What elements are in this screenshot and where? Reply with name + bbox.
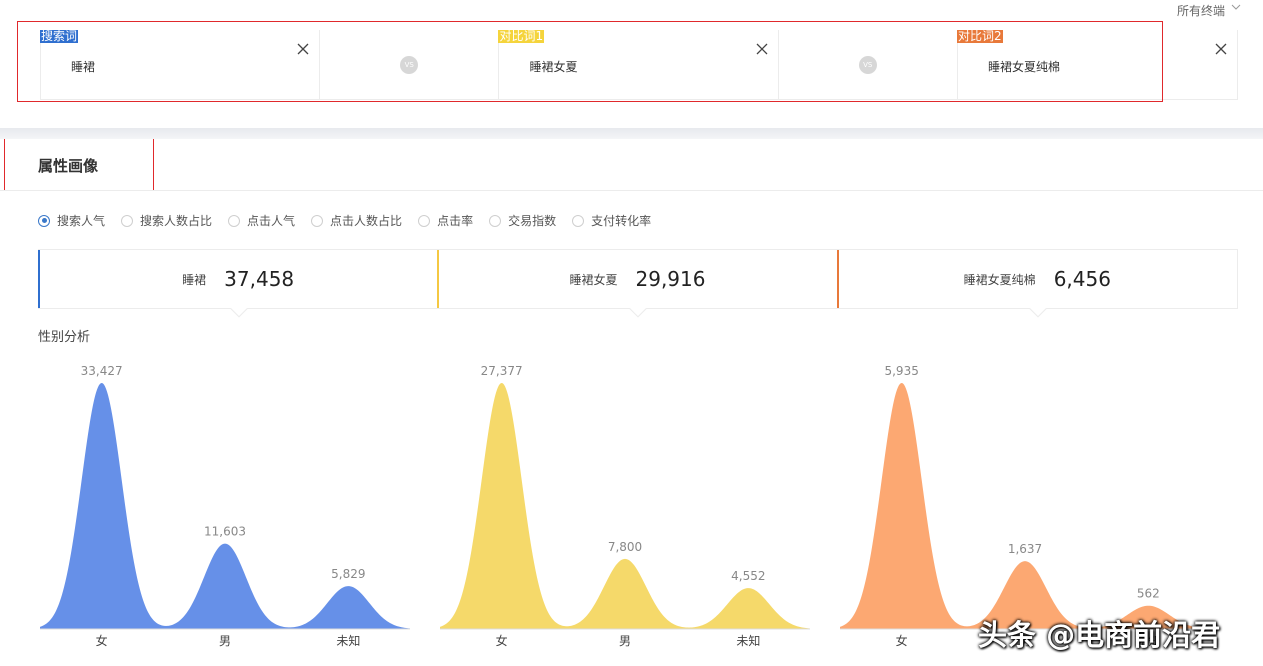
compare-term-1-slot[interactable]: 对比词1 睡裙女夏 [498,29,779,99]
gender-area-series [40,383,410,629]
x-tick-label: 男 [219,634,231,648]
data-label: 5,829 [331,567,365,581]
summary-card-compare-2[interactable]: 睡裙女夏纯棉 6,456 [836,250,1237,318]
data-label: 562 [1137,587,1160,601]
watermark: 头条 @电商前沿君 [978,618,1221,652]
compare-term-1-text: 睡裙女夏 [529,60,578,74]
radio-label: 点击率 [437,214,474,228]
radio-dot[interactable] [228,214,241,227]
card-notch [230,300,248,318]
chevron-down-icon[interactable] [1231,2,1241,12]
vs-badge: VS [400,55,419,74]
x-tick-label: 未知 [736,634,760,648]
card-label: 睡裙女夏 [569,272,618,287]
page-title: 属性画像 [38,157,99,175]
radio-dot[interactable] [121,214,134,227]
metric-radio-search-popularity[interactable]: 搜索人气 [38,212,105,229]
compare-terms-row: 搜索词 睡裙 VS 对比词1 睡裙女夏 VS 对比词2 睡裙女夏纯棉 [40,30,1238,100]
data-label: 27,377 [481,364,523,378]
radio-label: 点击人气 [247,214,296,228]
gender-area-series [440,383,810,629]
compare-term-2-slot[interactable]: 对比词2 睡裙女夏纯棉 [956,29,1237,99]
radio-dot[interactable] [418,214,431,227]
radio-dot[interactable] [489,214,502,227]
vs-badge: VS [858,55,877,74]
card-label: 睡裙 [182,272,207,287]
vs-divider: VS [320,30,500,99]
metric-radio-ctr[interactable]: 点击率 [418,212,473,229]
terminal-select[interactable]: 所有终端 [1177,2,1225,19]
section-separator [0,128,1263,139]
close-icon[interactable] [297,40,309,55]
metric-radio-trade-index[interactable]: 交易指数 [489,212,556,229]
radio-label: 点击人数占比 [330,214,403,228]
radio-dot[interactable] [572,214,585,227]
search-term-text: 睡裙 [71,60,96,74]
radio-label: 支付转化率 [591,214,652,228]
card-value: 6,456 [1053,267,1111,291]
radio-label: 搜索人气 [57,214,106,228]
chart-title: 性别分析 [38,330,91,345]
metric-radio-search-share[interactable]: 搜索人数占比 [121,212,212,229]
x-tick-label: 女 [96,633,108,648]
divider [0,190,1263,191]
radio-label: 交易指数 [508,214,557,228]
data-label: 11,603 [204,525,246,539]
radio-dot[interactable] [38,214,50,227]
radio-dot[interactable] [311,214,324,227]
card-accent [437,250,440,308]
search-term-tag: 搜索词 [40,29,79,43]
metric-radio-conversion-rate[interactable]: 支付转化率 [572,212,651,229]
vs-divider: VS [779,30,958,99]
metric-radio-group: 搜索人气 搜索人数占比 点击人气 点击人数占比 点击率 交易指数 支付转化率 [38,212,667,229]
x-tick-label: 女 [496,633,508,648]
metric-radio-click-popularity[interactable]: 点击人气 [228,212,295,229]
x-tick-label: 男 [619,634,631,648]
data-label: 1,637 [1008,542,1042,556]
summary-cards: 睡裙 37,458 睡裙女夏 29,916 睡裙女夏纯棉 6,456 [38,249,1238,318]
compare-term-1-tag: 对比词1 [498,29,545,43]
radio-label: 搜索人数占比 [140,214,213,228]
summary-card-term[interactable]: 睡裙 37,458 [38,250,439,318]
data-label: 5,935 [884,364,918,378]
card-value: 37,458 [224,267,295,291]
search-term-slot[interactable]: 搜索词 睡裙 [40,29,321,99]
card-value: 29,916 [635,267,706,291]
close-icon[interactable] [1215,40,1227,55]
card-label: 睡裙女夏纯棉 [963,272,1036,287]
compare-term-2-text: 睡裙女夏纯棉 [987,60,1060,74]
metric-radio-click-share[interactable]: 点击人数占比 [311,212,402,229]
card-notch [1029,300,1047,318]
data-label: 4,552 [731,569,765,583]
card-accent [38,250,40,308]
data-label: 33,427 [81,364,123,378]
top-bar: 所有终端 [0,0,1263,22]
close-icon[interactable] [756,40,768,55]
x-tick-label: 未知 [336,634,360,648]
card-notch [629,300,647,318]
compare-term-2-tag: 对比词2 [956,29,1003,43]
data-label: 7,800 [608,540,642,554]
x-tick-label: 女 [896,633,908,648]
card-accent [836,250,839,308]
summary-card-compare-1[interactable]: 睡裙女夏 29,916 [437,250,838,318]
